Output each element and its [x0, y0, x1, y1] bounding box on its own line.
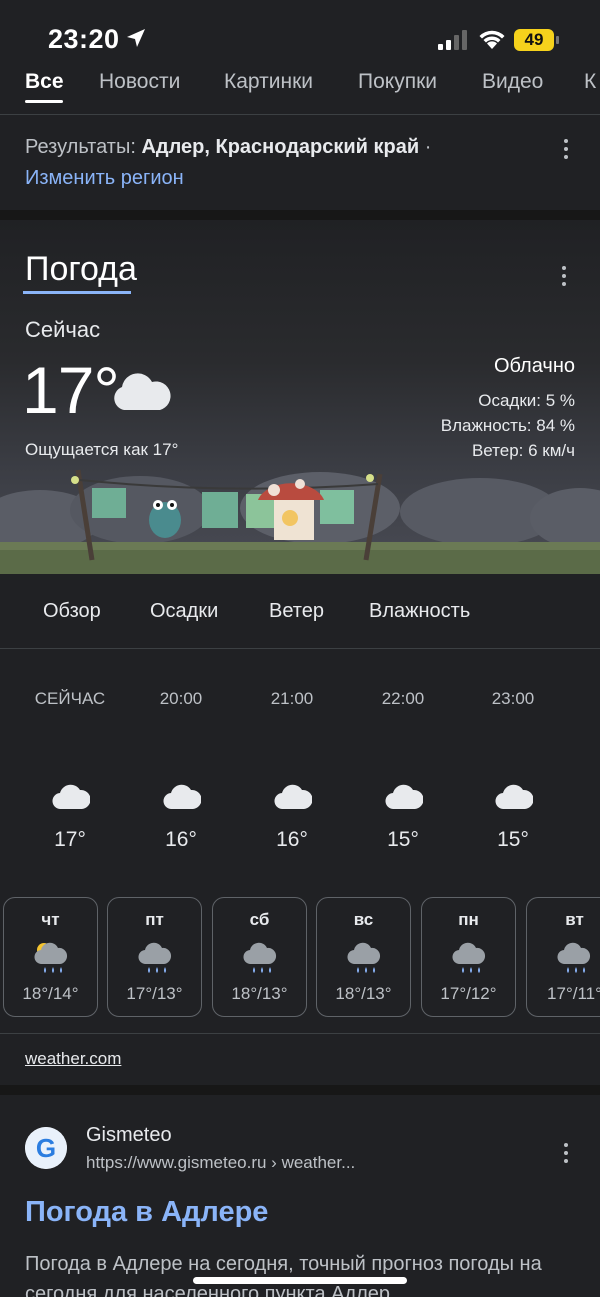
tab-wind[interactable]: Ветер [269, 600, 324, 623]
cloud-rain-icon [452, 942, 486, 973]
hour-time: 21:00 [270, 689, 314, 708]
battery-tip [556, 36, 559, 44]
weather-card: Погода Сейчас 17° Ощущается как 17° Обла… [0, 220, 600, 1085]
day-card[interactable]: вт 17°/11° [526, 897, 600, 1017]
weather-source-link[interactable]: weather.com [25, 1049, 121, 1069]
wifi-icon [479, 30, 505, 49]
region-place: Адлер, Краснодарский край [141, 136, 420, 158]
day-card[interactable]: пт 17°/13° [107, 897, 202, 1017]
current-temperature: 17° [22, 353, 120, 427]
status-bar: 23:20 49 [0, 0, 600, 66]
battery-level: 49 [514, 29, 554, 51]
active-tab-indicator [25, 100, 63, 103]
result-url[interactable]: https://www.gismeteo.ru › weather... [86, 1153, 355, 1173]
hour-temp: 16° [276, 828, 308, 851]
day-temps: 17°/13° [126, 984, 183, 1003]
divider [0, 1033, 600, 1034]
humidity: Влажность: 84 % [440, 416, 575, 435]
hour-time: 22:00 [381, 689, 425, 708]
region-bar: Результаты: Адлер, Краснодарский край · … [0, 115, 600, 210]
day-name: чт [41, 910, 60, 929]
day-card[interactable]: сб 18°/13° [212, 897, 307, 1017]
result-snippet: Погода в Адлере на сегодня, точный прогн… [25, 1253, 542, 1297]
region-more-options-icon[interactable] [558, 137, 574, 161]
tab-overview[interactable]: Обзор [43, 600, 101, 623]
day-card[interactable]: чт 18°/14° [3, 897, 98, 1017]
tab-news[interactable]: Новости [99, 70, 180, 94]
day-temps: 17°/12° [440, 984, 497, 1003]
tab-all[interactable]: Все [25, 70, 64, 94]
cloud-icon [163, 784, 201, 810]
day-name: пн [458, 910, 479, 929]
day-temps: 18°/13° [335, 984, 392, 1003]
precipitation: Осадки: 5 % [478, 391, 575, 410]
weather-tabs: Обзор Осадки Ветер Влажность [0, 574, 600, 649]
day-name: вт [565, 910, 584, 929]
tab-more[interactable]: К [584, 70, 596, 94]
region-dot: · [424, 136, 432, 158]
svg-text:G: G [36, 1133, 56, 1163]
cloud-icon [52, 784, 90, 810]
tab-videos[interactable]: Видео [482, 70, 543, 94]
home-indicator[interactable] [193, 1277, 407, 1284]
section-gap [0, 1085, 600, 1095]
now-label: Сейчас [25, 317, 101, 342]
result-site-name[interactable]: Gismeteo [86, 1124, 172, 1147]
day-name: вс [353, 910, 374, 929]
active-weather-tab-indicator [23, 291, 131, 294]
location-arrow-icon [127, 29, 145, 47]
section-gap [0, 210, 600, 220]
day-temps: 18°/13° [231, 984, 288, 1003]
weather-hero: Погода Сейчас 17° Ощущается как 17° Обла… [0, 220, 600, 574]
day-card[interactable]: вс 18°/13° [316, 897, 411, 1017]
hour-temp: 17° [54, 828, 86, 851]
condition: Облачно [493, 355, 575, 377]
status-time: 23:20 [48, 24, 120, 54]
hour-time: 20:00 [159, 689, 203, 708]
battery-indicator: 49 [514, 29, 560, 51]
hour-temp: 15° [387, 828, 419, 851]
weather-title: Погода [25, 250, 137, 288]
sun-cloud-rain-icon [34, 942, 68, 973]
result-more-options-icon[interactable] [558, 1141, 574, 1165]
cloud-icon [274, 784, 312, 810]
weather-illustration [0, 469, 600, 574]
search-tabs: Все Новости Картинки Покупки Видео К [0, 66, 600, 114]
cloud-icon [114, 373, 171, 410]
day-temps: 17°/11° [547, 984, 600, 1003]
cloud-icon [495, 784, 533, 810]
change-region-link[interactable]: Изменить регион [25, 167, 184, 190]
result-title-link[interactable]: Погода в Адлере [25, 1196, 268, 1229]
cloud-rain-icon [557, 942, 591, 973]
cloud-icon [385, 784, 423, 810]
hour-temp: 16° [165, 828, 197, 851]
gismeteo-logo-icon: G [25, 1127, 67, 1169]
tab-precipitation[interactable]: Осадки [150, 600, 218, 623]
cloud-rain-icon [138, 942, 172, 973]
tab-humidity[interactable]: Влажность [369, 600, 470, 623]
search-result: G Gismeteo https://www.gismeteo.ru › wea… [0, 1095, 600, 1297]
hour-time: 23:00 [491, 689, 535, 708]
tab-images[interactable]: Картинки [224, 70, 313, 94]
cellular-signal-icon [438, 30, 467, 50]
day-card[interactable]: пн 17°/12° [421, 897, 516, 1017]
divider [0, 648, 600, 649]
cloud-rain-icon [243, 942, 277, 973]
hour-temp: 15° [497, 828, 529, 851]
weather-more-options-icon[interactable] [556, 264, 572, 288]
day-name: сб [249, 910, 270, 929]
region-text: Результаты: Адлер, Краснодарский край · [25, 136, 431, 159]
hour-time: СЕЙЧАС [34, 689, 106, 708]
tab-shopping[interactable]: Покупки [358, 70, 437, 94]
day-temps: 18°/14° [22, 984, 79, 1003]
region-prefix: Результаты: [25, 136, 136, 158]
day-name: пт [145, 910, 164, 929]
cloud-rain-icon [347, 942, 381, 973]
